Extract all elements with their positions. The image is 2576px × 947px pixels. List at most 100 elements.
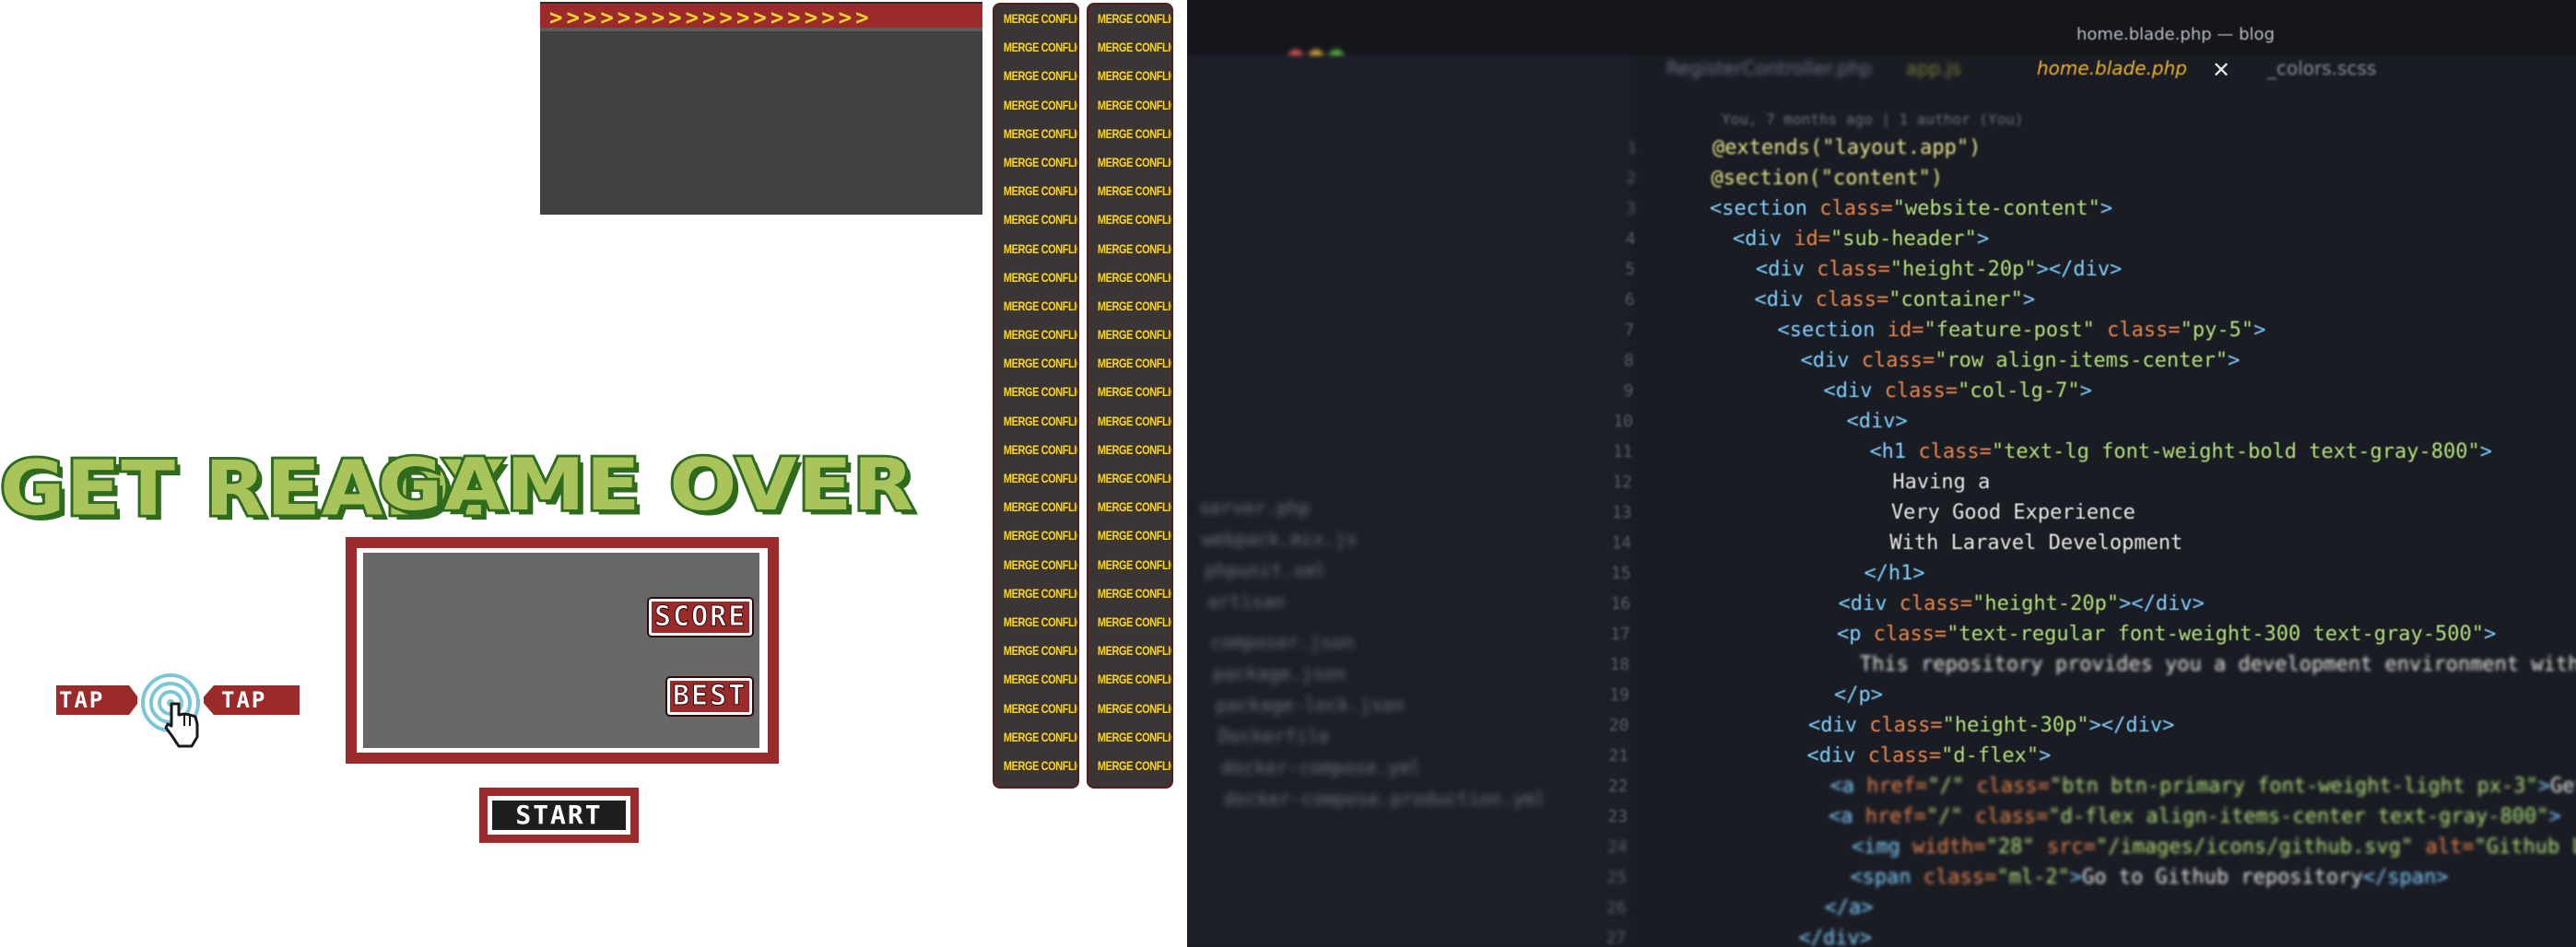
code-line: <h1 class="text-lg font-weight-bold text…: [1869, 440, 2492, 463]
file-tree-item[interactable]: server.php: [1199, 497, 1310, 519]
line-number: 20: [1608, 716, 1629, 735]
pipe-label: MERGE CONFLICT: [1003, 90, 1077, 120]
line-number: 3: [1626, 199, 1637, 218]
line-number: 5: [1625, 260, 1636, 279]
file-tree-item[interactable]: phpunit.xml: [1205, 559, 1326, 581]
start-button[interactable]: START: [479, 788, 639, 843]
pipe-label: MERGE CONFLICT: [1097, 722, 1171, 752]
tap-right-label: TAP: [201, 683, 302, 718]
pipe-label: MERGE CONFLICT: [1097, 349, 1171, 379]
pipe-label: MERGE CONFLICT: [1097, 694, 1171, 723]
file-tree-item[interactable]: docker-compose.yml: [1221, 756, 1421, 778]
code-line: </h1>: [1864, 562, 1925, 585]
pipe-label: MERGE CONFLICT: [1003, 637, 1077, 666]
code-line: <div class="height-30p"></div>: [1807, 714, 2175, 737]
code-line: <img width="28" src="/images/icons/githu…: [1851, 836, 2576, 859]
pipe-label: MERGE CONFLICT: [1097, 234, 1171, 263]
line-number: 7: [1624, 321, 1635, 340]
file-tree-item[interactable]: package.json: [1213, 662, 1347, 684]
close-tab-icon[interactable]: ✕: [2212, 57, 2230, 83]
pipe-left: MERGE CONFLICTMERGE CONFLICTMERGE CONFLI…: [993, 3, 1079, 789]
pipe-label: MERGE CONFLICT: [1003, 751, 1077, 781]
line-number: 6: [1624, 290, 1635, 310]
pipe-label: MERGE CONFLICT: [1097, 177, 1171, 206]
line-number: 15: [1611, 564, 1631, 583]
blame-annotation: You, 7 months ago | 1 author (You): [1722, 111, 2024, 128]
tab-app-js[interactable]: app.js: [1906, 57, 1961, 79]
pipe-label: MERGE CONFLICT: [1003, 493, 1077, 522]
pipe-label: MERGE CONFLICT: [1003, 147, 1077, 178]
pipe-label: MERGE CONFLICT: [1003, 406, 1077, 436]
line-number: 2: [1626, 169, 1637, 188]
code-line: <div>: [1846, 410, 1908, 433]
tab-home-blade[interactable]: home.blade.php: [2037, 57, 2187, 79]
line-number: 1: [1627, 138, 1637, 158]
pipe-label: MERGE CONFLICT: [1097, 406, 1171, 436]
code-line: <span class="ml-2">Go to Github reposito…: [1850, 866, 2449, 889]
pipe-label: MERGE CONFLICT: [1097, 378, 1171, 407]
tab-colors-scss[interactable]: _colors.scss: [2267, 57, 2376, 79]
code-line: <p class="text-regular font-weight-300 t…: [1836, 623, 2497, 646]
pipe-label: MERGE CONFLICT: [1003, 263, 1077, 292]
tab-register-controller[interactable]: RegisterController.php: [1666, 57, 1872, 79]
line-number: 19: [1609, 685, 1629, 705]
file-tree-item[interactable]: docker-compose.production.yml: [1224, 788, 1546, 810]
pipe-label: MERGE CONFLICT: [1097, 291, 1171, 322]
line-number: 12: [1612, 473, 1633, 492]
tap-hand-icon: [141, 673, 200, 748]
pipe-label: MERGE CONFLICT: [1097, 607, 1171, 637]
pipe-label: MERGE CONFLICT: [1097, 493, 1171, 522]
window-title: home.blade.php — blog: [2076, 25, 2275, 44]
pipe-label: MERGE CONFLICT: [1097, 33, 1171, 63]
pipe-label: MERGE CONFLICT: [1097, 147, 1171, 178]
pipe-label: MERGE CONFLICT: [1097, 521, 1171, 551]
pipe-label: MERGE CONFLICT: [1003, 378, 1077, 407]
code-editor-background: docker-compose.production.yml docker-comp…: [1187, 0, 2576, 947]
file-tree-item[interactable]: composer.json: [1210, 631, 1355, 653]
pipe-label: MERGE CONFLICT: [1097, 205, 1171, 235]
pipe-label: MERGE CONFLICT: [1003, 607, 1077, 637]
code-line: <div class="container">: [1754, 288, 2036, 311]
line-number: 9: [1623, 381, 1634, 401]
line-number: 24: [1606, 837, 1628, 857]
line-number: 21: [1608, 746, 1629, 766]
file-tree-item[interactable]: Dockerfile: [1218, 725, 1329, 747]
progress-arrows: >>>>>>>>>>>>>>>>>>>: [540, 4, 982, 31]
code-line: <div id="sub-header">: [1733, 228, 1990, 251]
pipe-label: MERGE CONFLICT: [1003, 349, 1077, 379]
line-number: 8: [1624, 351, 1634, 370]
pipe-label: MERGE CONFLICT: [1003, 435, 1077, 464]
tap-left-label: TAP: [53, 683, 140, 718]
pipe-label: MERGE CONFLICT: [1003, 464, 1077, 494]
pipe-label: MERGE CONFLICT: [1003, 62, 1077, 91]
code-line: @section("content"): [1711, 167, 1944, 190]
code-line: <section class="website-content">: [1710, 197, 2113, 220]
file-tree-item[interactable]: package-lock.json: [1216, 694, 1405, 716]
code-line: </p>: [1833, 684, 1883, 707]
pipe-label: MERGE CONFLICT: [1097, 119, 1171, 148]
pipe-label: MERGE CONFLICT: [1003, 177, 1077, 206]
line-number: 22: [1607, 777, 1629, 796]
file-tree-item[interactable]: webpack.mix.js: [1202, 528, 1358, 550]
pipe-label: MERGE CONFLICT: [1003, 291, 1077, 322]
line-number: 23: [1607, 807, 1629, 826]
code-line: With Laravel Development: [1694, 532, 2183, 555]
line-number: 14: [1611, 533, 1632, 553]
pipe-label: MERGE CONFLICT: [1003, 5, 1077, 34]
file-tree-item[interactable]: artisan: [1207, 590, 1285, 613]
pipe-label: MERGE CONFLICT: [1003, 521, 1077, 551]
code-line: <section id="feature-post" class="py-5">: [1777, 319, 2266, 342]
code-line: </a>: [1824, 896, 1874, 919]
pipe-label: MERGE CONFLICT: [1003, 119, 1077, 148]
pipe-label: MERGE CONFLICT: [1003, 665, 1077, 695]
line-number: 13: [1611, 503, 1632, 522]
code-line: This repository provides you a developme…: [1859, 653, 2576, 676]
best-label: BEST: [667, 678, 753, 715]
code-line: <div class="d-flex">: [1806, 744, 2052, 767]
code-line: @extends("layout.app"): [1712, 136, 1982, 159]
line-number: 27: [1606, 929, 1627, 947]
score-label: SCORE: [649, 599, 753, 636]
start-button-label: START: [515, 800, 603, 830]
pipe-label: MERGE CONFLICT: [1097, 637, 1171, 666]
code-line: Having a: [1697, 471, 1991, 494]
